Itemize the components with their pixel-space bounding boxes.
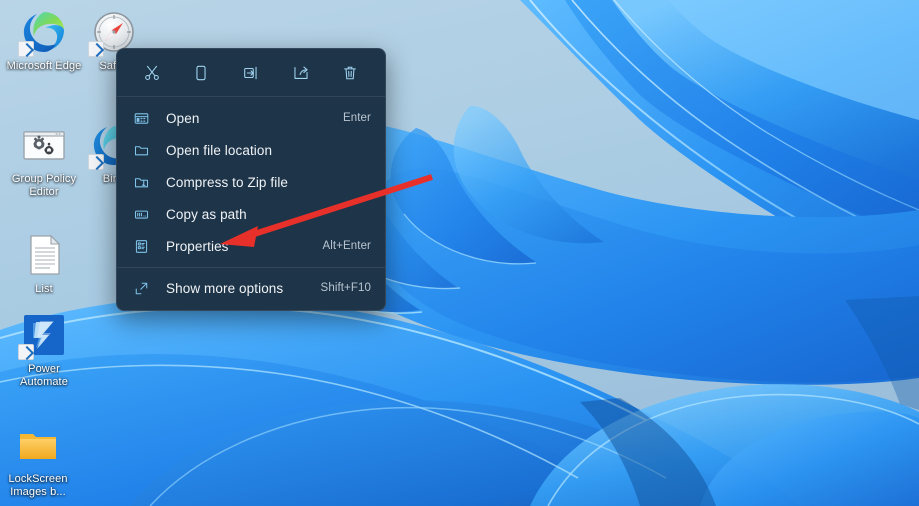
menu-item-open[interactable]: Open Enter bbox=[117, 102, 385, 134]
scissors-icon bbox=[143, 64, 161, 82]
shortcut-arrow-badge bbox=[18, 344, 34, 360]
desktop-icon-lockscreen-images-folder[interactable]: LockScreen Images b... bbox=[2, 421, 74, 499]
menu-item-label: Copy as path bbox=[166, 206, 247, 222]
shortcut-arrow-badge bbox=[88, 154, 104, 170]
desktop-icon-power-automate[interactable]: Power Automate bbox=[6, 311, 82, 389]
desktop-icon-microsoft-edge[interactable]: Microsoft Edge bbox=[6, 8, 82, 73]
open-window-icon bbox=[131, 108, 151, 128]
shortcut-arrow-badge bbox=[18, 41, 34, 57]
context-menu-items: Open Enter Open file location Compress t… bbox=[117, 97, 385, 267]
menu-item-label: Open file location bbox=[166, 142, 273, 158]
share-button[interactable] bbox=[276, 56, 326, 90]
folder-outline-icon bbox=[131, 140, 151, 160]
folder-icon bbox=[14, 421, 62, 469]
menu-item-shortcut: Alt+Enter bbox=[322, 240, 371, 252]
share-icon bbox=[292, 64, 310, 82]
menu-item-compress-to-zip-file[interactable]: Compress to Zip file bbox=[117, 166, 385, 198]
desktop-icon-group-policy-editor[interactable]: Group Policy Editor bbox=[6, 121, 82, 199]
menu-item-label: Open bbox=[166, 110, 200, 126]
menu-item-label: Properties bbox=[166, 238, 229, 254]
menu-item-shortcut: Shift+F10 bbox=[320, 282, 371, 294]
shortcut-arrow-badge bbox=[88, 41, 104, 57]
menu-item-copy-as-path[interactable]: Copy as path bbox=[117, 198, 385, 230]
zip-folder-icon bbox=[131, 172, 151, 192]
menu-item-open-file-location[interactable]: Open file location bbox=[117, 134, 385, 166]
menu-item-properties[interactable]: Properties Alt+Enter bbox=[117, 230, 385, 262]
desktop-icon-label: Group Policy Editor bbox=[11, 173, 77, 198]
desktop-icon-list[interactable]: List bbox=[6, 231, 82, 296]
desktop-icon-label: Power Automate bbox=[20, 363, 68, 388]
copy-button[interactable] bbox=[177, 56, 227, 90]
rename-button[interactable] bbox=[226, 56, 276, 90]
cut-button[interactable] bbox=[127, 56, 177, 90]
menu-item-shortcut: Enter bbox=[343, 112, 371, 124]
copy-path-icon bbox=[131, 204, 151, 224]
rename-icon bbox=[242, 64, 260, 82]
delete-button[interactable] bbox=[325, 56, 375, 90]
context-menu-toolbar bbox=[117, 49, 385, 96]
desktop-screen: Microsoft Edge Safari Group Policy Edito… bbox=[0, 0, 919, 506]
expand-arrow-icon bbox=[131, 278, 151, 298]
edge-icon bbox=[18, 8, 68, 57]
desktop-icon-label: Microsoft Edge bbox=[6, 60, 82, 72]
menu-item-show-more-options[interactable]: Show more options Shift+F10 bbox=[117, 272, 385, 304]
trash-icon bbox=[341, 64, 359, 82]
menu-item-label: Show more options bbox=[166, 280, 284, 296]
group-policy-icon bbox=[20, 121, 68, 169]
desktop-icon-label: List bbox=[35, 283, 53, 295]
text-document-icon bbox=[20, 231, 68, 279]
desktop-icon-label: LockScreen Images b... bbox=[8, 473, 68, 498]
properties-list-icon bbox=[131, 236, 151, 256]
context-menu-more-section: Show more options Shift+F10 bbox=[117, 268, 385, 310]
context-menu[interactable]: Open Enter Open file location Compress t… bbox=[116, 48, 386, 311]
power-automate-icon bbox=[18, 311, 68, 360]
copy-icon bbox=[192, 64, 210, 82]
menu-item-label: Compress to Zip file bbox=[166, 174, 289, 190]
